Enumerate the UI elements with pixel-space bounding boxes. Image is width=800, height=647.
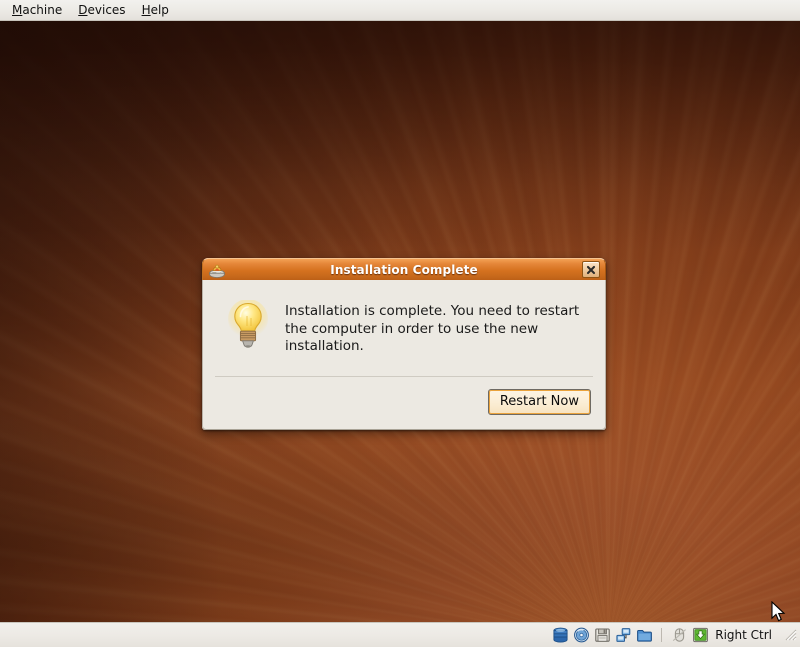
dialog-titlebar[interactable]: Installation Complete [202, 258, 606, 280]
green-down-arrow-icon[interactable] [691, 627, 709, 644]
dialog-message-area: Installation is complete. You need to re… [203, 280, 605, 364]
menu-item-help[interactable]: Help [134, 1, 177, 20]
optical-disk-icon[interactable] [572, 627, 590, 644]
installation-complete-dialog: Installation Complete Installation is co… [202, 258, 606, 430]
virtualbox-window: Machine Devices Help Installation Comple… [0, 0, 800, 647]
mouse-integration-icon[interactable] [670, 627, 688, 644]
lightbulb-icon [225, 299, 271, 352]
menu-mnemonic-help: H [141, 2, 151, 17]
guest-screen[interactable]: Installation Complete Installation is co… [0, 21, 800, 622]
statusbar-separator [661, 628, 663, 642]
installer-disk-icon [208, 262, 226, 278]
floppy-disk-icon[interactable] [593, 627, 611, 644]
close-icon[interactable] [582, 261, 600, 278]
dialog-message-text: Installation is complete. You need to re… [285, 303, 580, 354]
restart-now-button[interactable]: Restart Now [487, 388, 591, 415]
hard-disk-icon[interactable] [551, 627, 569, 644]
statusbar-device-icons: Right Ctrl [551, 627, 798, 644]
menu-item-machine[interactable]: Machine [4, 1, 70, 20]
menu-mnemonic-devices: D [78, 2, 88, 17]
menu-item-devices[interactable]: Devices [70, 1, 133, 20]
network-adapters-icon[interactable] [614, 627, 632, 644]
menu-label-help: elp [150, 2, 169, 17]
statusbar: Right Ctrl [0, 622, 800, 647]
dialog-button-row: Restart Now [203, 377, 605, 429]
menu-label-machine: achine [22, 2, 63, 17]
menubar: Machine Devices Help [0, 0, 800, 21]
dialog-body: Installation is complete. You need to re… [202, 280, 606, 430]
menu-mnemonic-machine: M [12, 2, 23, 17]
dialog-title: Installation Complete [330, 262, 478, 277]
host-key-label: Right Ctrl [715, 628, 772, 642]
resize-grip-icon[interactable] [783, 627, 797, 643]
shared-folders-icon[interactable] [635, 627, 653, 644]
menu-label-devices: evices [87, 2, 126, 17]
